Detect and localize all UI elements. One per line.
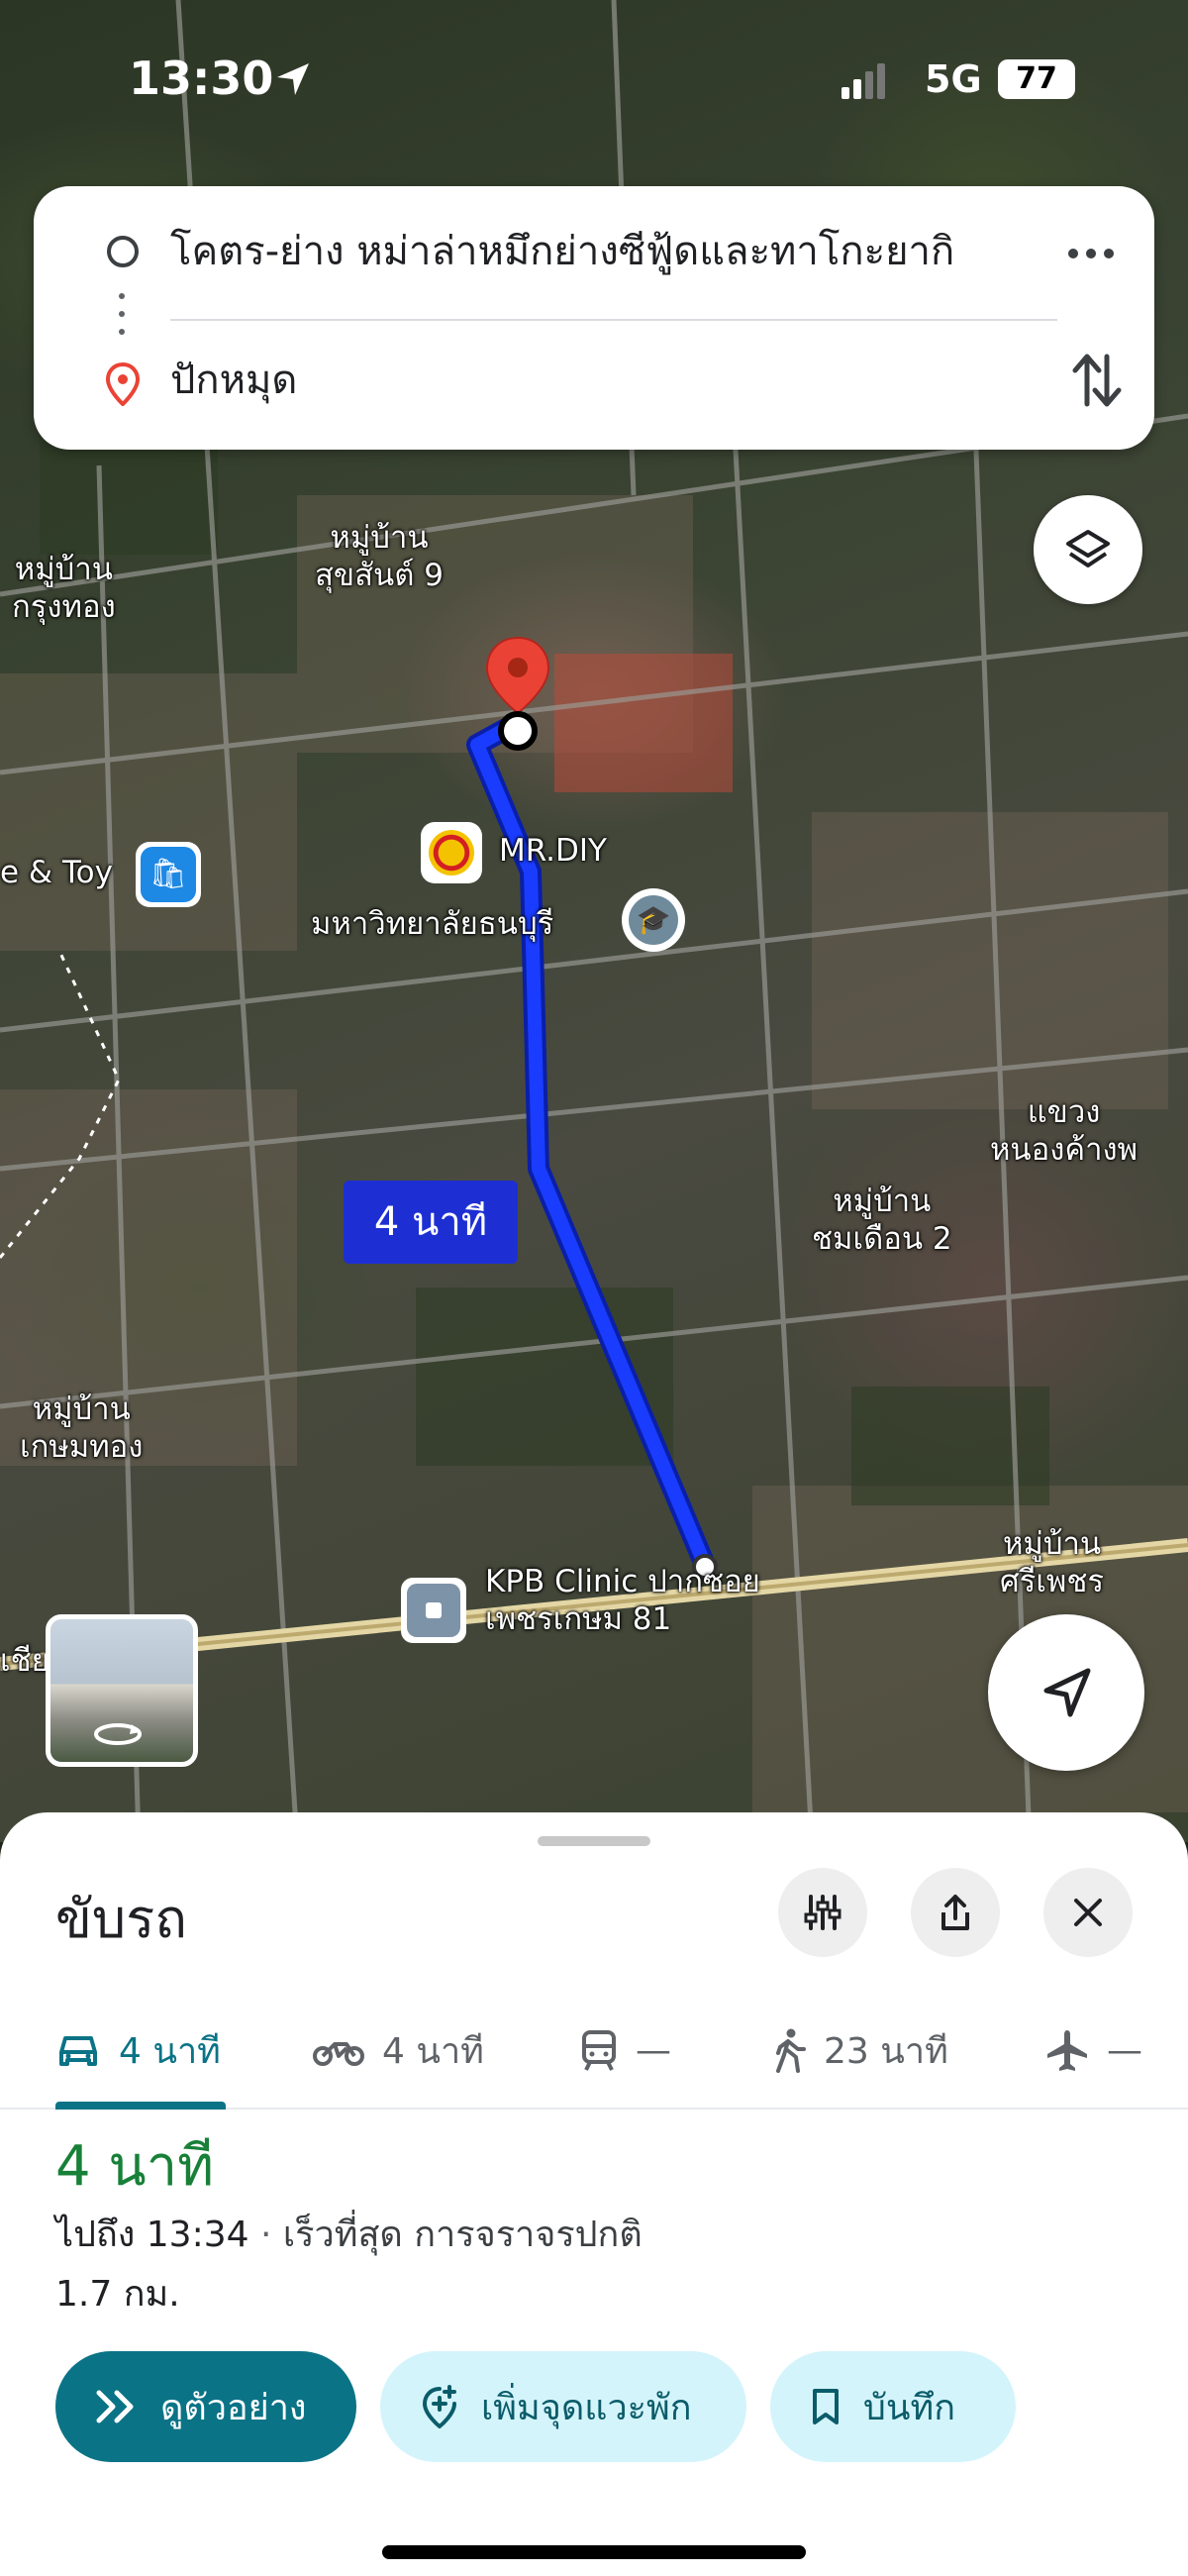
bookmark-icon: [813, 2389, 839, 2424]
location-arrow-icon: [277, 63, 309, 95]
add-location-icon: [422, 2385, 456, 2428]
swap-directions-icon[interactable]: [1067, 345, 1127, 416]
status-bar: 13:30 5G 77: [0, 0, 1188, 168]
car-icon: [59, 2036, 97, 2066]
preview-button-label: ดูตัวอย่าง: [160, 2387, 307, 2428]
save-button-label: บันทึก: [863, 2387, 955, 2428]
search-divider: [170, 319, 1057, 321]
rotate-360-icon: [94, 1723, 142, 1745]
arrival-time: ไปถึง 13:34: [55, 2215, 249, 2255]
route-duration-badge[interactable]: 4 นาที: [344, 1181, 518, 1264]
travel-mode-title: ขับรถ: [55, 1888, 187, 1950]
battery-indicator: 77: [998, 59, 1075, 99]
cellular-signal-icon: [842, 63, 885, 99]
active-tab-indicator: [55, 2102, 226, 2110]
map-label-village-kasemthong[interactable]: หมู่บ้าน เกษมทอง: [20, 1391, 143, 1466]
destination-marker-icon: [105, 362, 141, 406]
shopping-bag-poi-icon[interactable]: 🛍: [136, 842, 201, 907]
preview-button[interactable]: ดูตัวอย่าง: [55, 2351, 356, 2462]
map-layers-button[interactable]: [1034, 495, 1142, 604]
share-button[interactable]: [911, 1868, 1000, 1957]
tab-walk[interactable]: 23 นาที: [772, 1991, 948, 2110]
clinic-poi-icon[interactable]: [401, 1578, 466, 1643]
route-dots-icon: [119, 293, 127, 339]
map-label-village-sriphet[interactable]: หมู่บ้าน ศรีเพชร: [1000, 1525, 1104, 1600]
close-button[interactable]: [1043, 1868, 1133, 1957]
tune-sliders-icon: [804, 1895, 842, 1930]
map-label-village-chomduean[interactable]: หมู่บ้าน ชมเดือน 2: [812, 1183, 952, 1258]
tab-flight-label: —: [1107, 2029, 1142, 2071]
destination-input[interactable]: ปักหมุด: [170, 353, 297, 408]
street-view-thumbnail[interactable]: [46, 1614, 198, 1767]
directions-search-card: โคตร-ย่าง หม่าล่าหมึกย่างซีฟู้ดและทาโกะย…: [34, 186, 1154, 450]
map-label-village-krungthong[interactable]: หมู่บ้าน กรุงทอง: [12, 551, 116, 626]
navigation-arrow-icon: [1043, 1668, 1091, 1717]
share-icon: [941, 1895, 969, 1930]
status-time: 13:30: [129, 52, 274, 105]
sheet-drag-handle[interactable]: [538, 1836, 650, 1846]
tab-car[interactable]: 4 นาที: [55, 1991, 221, 2110]
arrival-separator: ·: [248, 2215, 283, 2255]
origin-input[interactable]: โคตร-ย่าง หม่าล่าหมึกย่างซีฟู้ดและทาโกะย…: [170, 224, 1041, 279]
tab-transit-label: —: [636, 2029, 671, 2071]
layers-icon: [1066, 530, 1110, 567]
route-distance: 1.7 กม.: [55, 2274, 180, 2315]
airplane-icon: [1047, 2030, 1087, 2071]
map-label-university[interactable]: มหาวิทยาลัยธนบุรี: [311, 905, 553, 943]
tab-motorcycle-label: 4 นาที: [382, 2030, 484, 2072]
map-label-clinic[interactable]: KPB Clinic ปากซอย เพชรเกษม 81: [485, 1563, 760, 1638]
graduation-cap-poi-icon[interactable]: 🎓: [622, 888, 685, 952]
route-traffic-detail: เร็วที่สุด การจราจรปกติ: [282, 2215, 643, 2255]
add-stop-button-label: เพิ่มจุดแวะพัก: [481, 2387, 692, 2428]
map-label-mrdiy[interactable]: MR.DIY: [499, 832, 607, 870]
add-stop-button[interactable]: เพิ่มจุดแวะพัก: [380, 2351, 746, 2462]
map-label-left-edge: เชีย: [0, 1643, 50, 1679]
save-button[interactable]: บันทึก: [770, 2351, 1016, 2462]
directions-bottom-sheet: ขับรถ 4 นาที 4 นาที — 23 นาที — 4 นาที ไ…: [0, 1812, 1188, 2576]
home-indicator: [382, 2545, 806, 2559]
arrival-info: ไปถึง 13:34 · เร็วที่สุด การจราจรปกติ: [55, 2209, 643, 2262]
map-label-toy-store[interactable]: e & Toy: [0, 854, 113, 891]
route-options-button[interactable]: [778, 1868, 867, 1957]
close-icon: [1074, 1899, 1102, 1926]
map-label-district: แขวง หนองค้างพ: [990, 1094, 1138, 1168]
tab-transit[interactable]: —: [580, 1991, 671, 2110]
tab-walk-label: 23 นาที: [824, 2030, 948, 2072]
origin-circle-icon: [107, 236, 139, 267]
motorcycle-icon: [313, 2042, 364, 2066]
tab-flight[interactable]: —: [1045, 1991, 1142, 2110]
tab-car-label: 4 นาที: [119, 2030, 221, 2072]
recenter-location-button[interactable]: [988, 1614, 1144, 1771]
map-label-village-suksan[interactable]: หมู่บ้าน สุขสันต์ 9: [315, 519, 444, 594]
route-duration: 4 นาที: [55, 2134, 215, 2199]
network-type: 5G: [925, 57, 982, 101]
double-chevron-right-icon: [96, 2390, 134, 2423]
tab-motorcycle[interactable]: 4 นาที: [313, 1991, 484, 2110]
mrdiy-logo-poi-icon[interactable]: [421, 822, 482, 883]
destination-pin-icon[interactable]: [481, 634, 554, 753]
more-options-icon[interactable]: [1059, 226, 1123, 281]
travel-mode-tabs: 4 นาที 4 นาที — 23 นาที —: [0, 1991, 1188, 2110]
walking-icon: [776, 2028, 806, 2073]
train-icon: [582, 2030, 616, 2071]
